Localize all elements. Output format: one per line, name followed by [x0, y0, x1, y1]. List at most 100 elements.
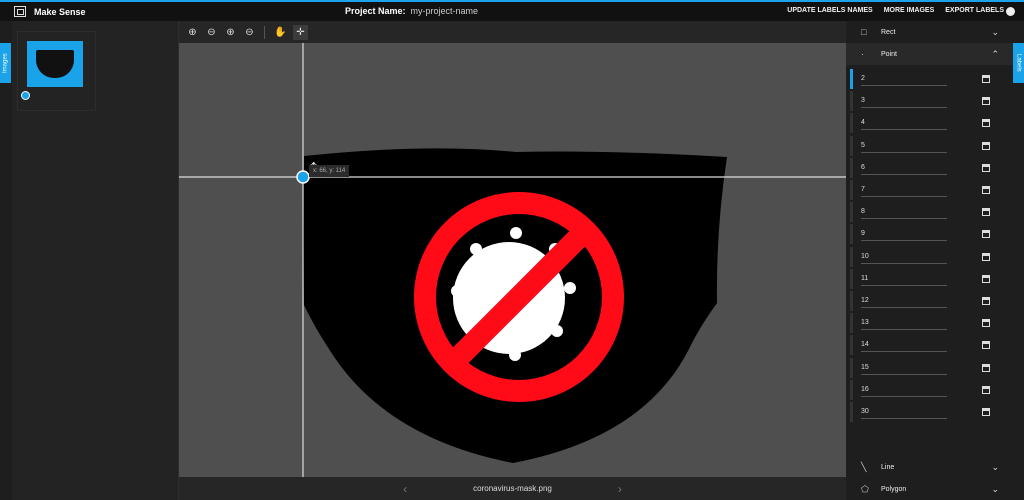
- trash-icon[interactable]: [982, 341, 990, 350]
- zoom-fit-icon[interactable]: ⊕: [225, 27, 236, 38]
- trash-icon[interactable]: [982, 252, 990, 261]
- line-icon: ╲: [861, 461, 867, 472]
- label-row[interactable]: 8: [850, 201, 1010, 223]
- label-row[interactable]: 13: [850, 312, 1010, 334]
- label-row[interactable]: 11: [850, 268, 1010, 290]
- trash-icon[interactable]: [982, 363, 990, 372]
- trash-icon[interactable]: [982, 97, 990, 106]
- trash-icon[interactable]: [982, 75, 990, 84]
- selection-indicator: [850, 379, 853, 400]
- project-name-field[interactable]: Project Name: my-project-name: [345, 6, 478, 16]
- rect-labels-section[interactable]: □ Rect ⌄: [846, 21, 1013, 43]
- label-row[interactable]: 4: [850, 112, 1010, 134]
- label-value-field[interactable]: 11: [861, 272, 947, 286]
- label-value-field[interactable]: 5: [861, 139, 947, 153]
- chevron-down-icon[interactable]: ⌄: [991, 484, 999, 495]
- trash-icon[interactable]: [982, 274, 990, 283]
- rect-icon: □: [861, 27, 867, 37]
- label-row[interactable]: 2: [850, 68, 1010, 90]
- more-images-button[interactable]: MORE IMAGES: [884, 7, 935, 14]
- trash-icon[interactable]: [982, 407, 990, 416]
- zoom-reset-icon[interactable]: ⊖: [244, 27, 255, 38]
- label-row[interactable]: 14: [850, 334, 1010, 356]
- chevron-down-icon[interactable]: ⌄: [991, 462, 999, 473]
- label-row[interactable]: 30: [850, 401, 1010, 423]
- point-label-list: 2 3 4 5 6 7 8 9 10 11 12 13 14 15 16 30: [850, 68, 1010, 423]
- selection-indicator: [850, 290, 853, 311]
- coordinate-readout: x: 66, y: 114: [309, 165, 350, 177]
- trash-icon[interactable]: [982, 319, 990, 328]
- line-labels-section[interactable]: ╲ Line ⌄: [846, 456, 1013, 478]
- label-value-field[interactable]: 8: [861, 205, 947, 220]
- label-value-field[interactable]: 16: [861, 383, 947, 397]
- label-value-field[interactable]: 2: [861, 72, 947, 87]
- label-value-field[interactable]: 10: [861, 250, 947, 264]
- trash-icon[interactable]: [982, 385, 990, 394]
- selection-indicator: [850, 157, 853, 178]
- label-row[interactable]: 9: [850, 223, 1010, 245]
- label-row[interactable]: 15: [850, 356, 1010, 378]
- active-point-marker[interactable]: [296, 170, 310, 184]
- trash-icon[interactable]: [982, 230, 990, 239]
- github-icon[interactable]: [1006, 7, 1015, 16]
- label-row[interactable]: 12: [850, 290, 1010, 312]
- hand-icon[interactable]: ✋: [274, 27, 286, 38]
- selection-indicator: [850, 202, 853, 223]
- point-labels-section[interactable]: · Point ⌃: [846, 43, 1013, 65]
- label-value-field[interactable]: 13: [861, 316, 947, 331]
- crosshair-icon[interactable]: ✛: [293, 24, 308, 40]
- selection-indicator: [850, 268, 853, 289]
- polygon-labels-section[interactable]: ⬠ Polygon ⌄: [846, 478, 1013, 500]
- next-image-icon[interactable]: ›: [618, 482, 622, 496]
- trash-icon[interactable]: [982, 119, 990, 128]
- selection-indicator: [850, 313, 853, 334]
- label-row[interactable]: 7: [850, 179, 1010, 201]
- top-bar: Make Sense Project Name: my-project-name …: [0, 0, 1024, 21]
- image-filename: coronavirus-mask.png: [473, 484, 552, 493]
- label-value-field[interactable]: 3: [861, 94, 947, 109]
- trash-icon[interactable]: [982, 163, 990, 172]
- trash-icon[interactable]: [982, 208, 990, 217]
- project-name-value[interactable]: my-project-name: [411, 6, 479, 16]
- label-value-field[interactable]: 14: [861, 338, 947, 353]
- editor: ⊕ ⊖ ⊕ ⊖ ✋ ✛ ✥ x: 66, y: 114 ‹ coronaviru…: [179, 21, 846, 500]
- label-value-field[interactable]: 12: [861, 294, 947, 308]
- image-thumbnail[interactable]: [17, 31, 96, 111]
- polygon-icon: ⬠: [861, 483, 869, 494]
- thumbnail-preview: [27, 41, 83, 87]
- image-navigation: ‹ coronavirus-mask.png ›: [179, 477, 846, 500]
- image-canvas[interactable]: ✥: [179, 43, 846, 477]
- point-icon: ·: [861, 49, 864, 59]
- chevron-up-icon[interactable]: ⌃: [991, 49, 999, 60]
- project-name-label: Project Name:: [345, 6, 406, 16]
- images-tab[interactable]: Images: [0, 43, 11, 83]
- update-labels-names-button[interactable]: UPDATE LABELS NAMES: [787, 7, 872, 14]
- label-row[interactable]: 5: [850, 135, 1010, 157]
- check-icon: [21, 91, 30, 100]
- zoom-in-icon[interactable]: ⊕: [187, 27, 198, 38]
- label-value-field[interactable]: 15: [861, 361, 947, 375]
- label-value-field[interactable]: 30: [861, 405, 947, 419]
- selection-indicator: [850, 401, 853, 422]
- trash-icon[interactable]: [982, 296, 990, 305]
- right-side-strip: Labels: [1013, 21, 1024, 500]
- labels-tab[interactable]: Labels: [1013, 43, 1024, 83]
- trash-icon[interactable]: [982, 141, 990, 150]
- selection-indicator: [850, 246, 853, 267]
- previous-image-icon[interactable]: ‹: [403, 482, 407, 496]
- label-value-field[interactable]: 9: [861, 227, 947, 242]
- labels-panel: □ Rect ⌄ · Point ⌃ 2 3 4 5 6 7 8 9 10 11…: [846, 21, 1013, 500]
- label-value-field[interactable]: 6: [861, 161, 947, 175]
- export-labels-button[interactable]: EXPORT LABELS: [945, 7, 1004, 14]
- label-row[interactable]: 10: [850, 246, 1010, 268]
- label-value-field[interactable]: 4: [861, 116, 947, 131]
- trash-icon[interactable]: [982, 186, 990, 195]
- zoom-out-icon[interactable]: ⊖: [206, 27, 217, 38]
- selection-indicator: [850, 69, 853, 90]
- label-value-field[interactable]: 7: [861, 183, 947, 198]
- label-row[interactable]: 16: [850, 379, 1010, 401]
- label-row[interactable]: 3: [850, 90, 1010, 112]
- chevron-down-icon[interactable]: ⌄: [991, 27, 999, 38]
- rect-section-label: Rect: [881, 28, 896, 36]
- label-row[interactable]: 6: [850, 157, 1010, 179]
